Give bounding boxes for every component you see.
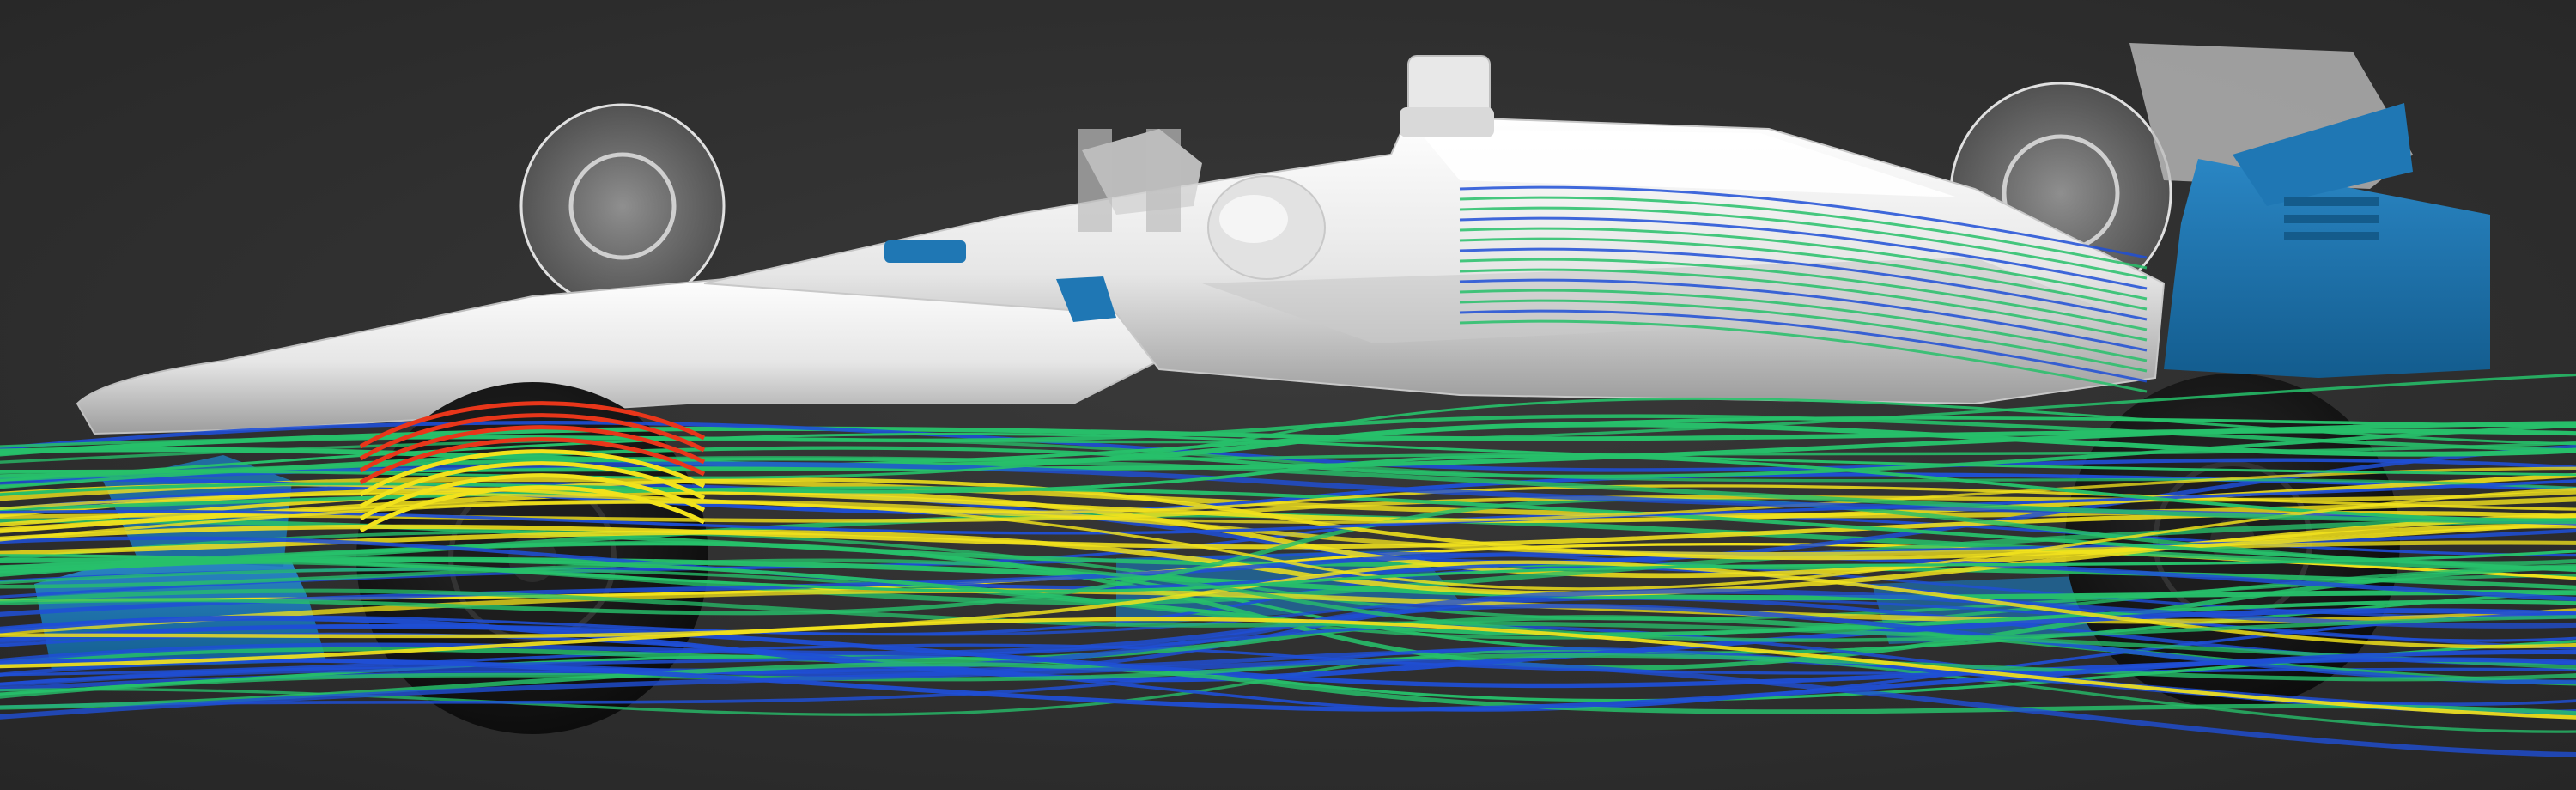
driver-helmet xyxy=(1207,175,1326,280)
render-canvas xyxy=(0,0,2576,790)
far-front-wheel xyxy=(519,103,726,309)
cfd-render xyxy=(0,0,2576,790)
